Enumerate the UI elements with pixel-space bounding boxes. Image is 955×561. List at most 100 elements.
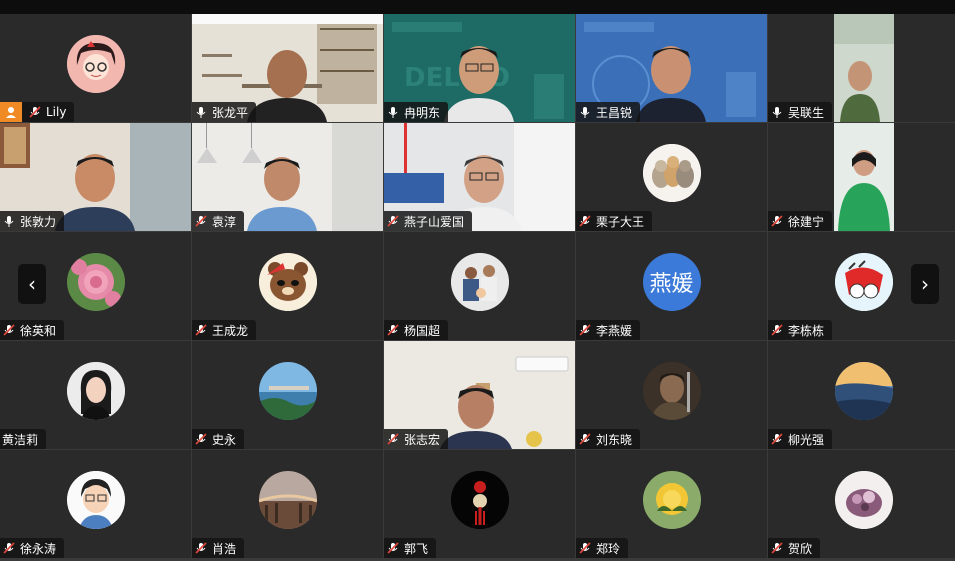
name-label: 史永 xyxy=(192,429,245,449)
name-label: 冉明东 xyxy=(384,102,449,122)
avatar xyxy=(258,361,317,420)
mic-icon xyxy=(772,107,782,118)
mic-muted-icon xyxy=(771,215,783,227)
name-label: 郑玲 xyxy=(576,538,629,558)
participant-tile[interactable]: 王昌锐 xyxy=(576,14,767,122)
participant-name: 李燕媛 xyxy=(596,323,633,338)
participant-tile[interactable]: 杨国超 xyxy=(384,232,575,340)
name-label: 刘东晓 xyxy=(576,429,641,449)
name-label: 贺欣 xyxy=(768,538,821,558)
participant-tile[interactable]: 张敦力 xyxy=(0,123,191,231)
top-bar xyxy=(0,0,955,14)
participant-name: 张龙平 xyxy=(212,105,249,120)
participant-name: Lily xyxy=(46,105,67,119)
prev-page-button[interactable]: ‹ xyxy=(18,264,46,304)
participant-name: 吴联生 xyxy=(788,105,825,120)
next-page-button[interactable]: › xyxy=(911,264,939,304)
mic-icon xyxy=(196,107,206,118)
name-label: 栗子大王 xyxy=(576,211,653,231)
mic-muted-icon xyxy=(3,324,15,336)
mic-muted-icon xyxy=(29,106,41,118)
mic-muted-icon xyxy=(387,215,399,227)
participant-tile[interactable]: 徐永涛 xyxy=(0,450,191,558)
mic-muted-icon xyxy=(195,433,207,445)
participant-name: 李栋栋 xyxy=(788,323,825,338)
participant-name: 肖浩 xyxy=(212,541,237,556)
avatar xyxy=(66,470,125,529)
mic-muted-icon xyxy=(771,433,783,445)
avatar xyxy=(642,361,701,420)
participant-name: 贺欣 xyxy=(788,541,813,556)
participant-tile[interactable]: 张龙平 xyxy=(192,14,383,122)
mic-muted-icon xyxy=(579,324,591,336)
name-label: 袁淳 xyxy=(192,211,245,231)
name-label: 郭飞 xyxy=(384,538,437,558)
avatar xyxy=(834,252,893,311)
participant-tile[interactable]: 郭飞 xyxy=(384,450,575,558)
mic-muted-icon xyxy=(387,542,399,554)
participant-tile[interactable]: 袁淳 xyxy=(192,123,383,231)
participant-tile[interactable]: 贺欣 xyxy=(768,450,955,558)
mic-muted-icon xyxy=(771,542,783,554)
mic-muted-icon xyxy=(195,324,207,336)
mic-muted-icon xyxy=(3,542,15,554)
name-label: 徐建宁 xyxy=(768,211,833,231)
participant-name: 王昌锐 xyxy=(596,105,633,120)
participant-tile[interactable]: DEL ZO 冉明东 xyxy=(384,14,575,122)
name-label: 杨国超 xyxy=(384,320,449,340)
participant-tile[interactable]: 徐建宁 xyxy=(768,123,955,231)
participant-tile[interactable]: Lily xyxy=(0,14,191,122)
mic-muted-icon xyxy=(579,433,591,445)
participant-name: 张志宏 xyxy=(404,432,441,447)
participant-name: 冉明东 xyxy=(404,105,441,120)
name-label: 黄洁莉 xyxy=(0,429,47,449)
participant-name: 郭飞 xyxy=(404,541,429,556)
participant-tile[interactable]: 刘东晓 xyxy=(576,341,767,449)
participant-name: 徐英和 xyxy=(20,323,57,338)
mic-icon xyxy=(388,107,398,118)
participant-tile[interactable]: 黄洁莉 xyxy=(0,341,191,449)
participant-tile[interactable]: 燕媛 李燕媛 xyxy=(576,232,767,340)
avatar: 燕媛 xyxy=(642,252,701,311)
name-label: 吴联生 xyxy=(768,102,833,122)
name-label: 李燕媛 xyxy=(576,320,641,340)
participant-tile[interactable]: 栗子大王 xyxy=(576,123,767,231)
mic-icon xyxy=(4,216,14,227)
mic-muted-icon xyxy=(387,324,399,336)
participant-grid: Lily 张龙平 DEL ZO 冉明东 王昌锐 吴联生 张敦力 袁淳 燕子山爱国… xyxy=(0,14,955,561)
avatar xyxy=(642,143,701,202)
name-label: 柳光强 xyxy=(768,429,833,449)
mic-icon xyxy=(580,107,590,118)
name-label: 王成龙 xyxy=(192,320,257,340)
name-label: Lily xyxy=(0,102,75,122)
avatar xyxy=(258,252,317,311)
participant-name: 郑玲 xyxy=(596,541,621,556)
name-label: 肖浩 xyxy=(192,538,245,558)
name-label: 王昌锐 xyxy=(576,102,641,122)
name-label: 张志宏 xyxy=(384,429,449,449)
avatar xyxy=(66,252,125,311)
avatar xyxy=(66,34,125,93)
participant-tile[interactable]: 柳光强 xyxy=(768,341,955,449)
participant-name: 栗子大王 xyxy=(596,214,645,229)
participant-name: 张敦力 xyxy=(20,214,57,229)
mic-muted-icon xyxy=(579,215,591,227)
participant-name: 杨国超 xyxy=(404,323,441,338)
participant-tile[interactable]: 张志宏 xyxy=(384,341,575,449)
chevron-right-icon: › xyxy=(921,272,929,296)
participant-tile[interactable]: 吴联生 xyxy=(768,14,955,122)
participant-name: 燕子山爱国 xyxy=(404,214,465,229)
name-label: 徐英和 xyxy=(0,320,65,340)
participant-tile[interactable]: 肖浩 xyxy=(192,450,383,558)
participant-name: 王成龙 xyxy=(212,323,249,338)
participant-tile[interactable]: 郑玲 xyxy=(576,450,767,558)
participant-name: 柳光强 xyxy=(788,432,825,447)
mic-muted-icon xyxy=(579,542,591,554)
participant-tile[interactable]: 王成龙 xyxy=(192,232,383,340)
participant-name: 史永 xyxy=(212,432,237,447)
host-icon xyxy=(0,102,22,122)
name-label: 李栋栋 xyxy=(768,320,833,340)
participant-tile[interactable]: 史永 xyxy=(192,341,383,449)
participant-tile[interactable]: 燕子山爱国 xyxy=(384,123,575,231)
mic-muted-icon xyxy=(195,542,207,554)
